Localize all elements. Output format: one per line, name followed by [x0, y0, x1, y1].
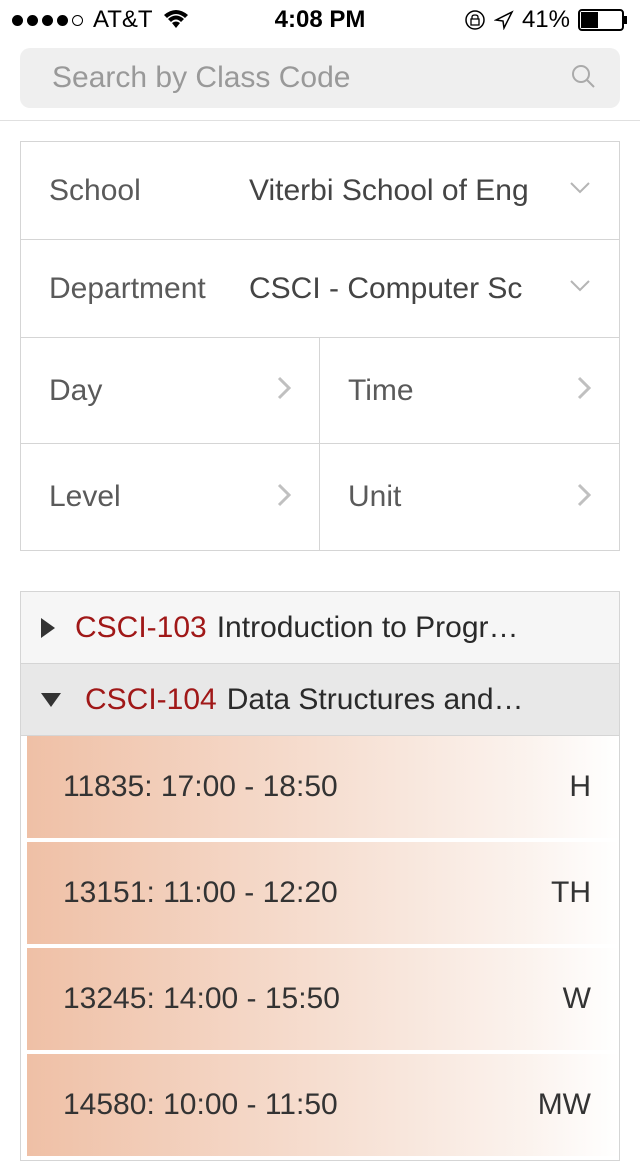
search-placeholder: Search by Class Code: [52, 61, 350, 95]
carrier-label: AT&T: [93, 6, 153, 34]
chevron-right-icon: [277, 376, 291, 405]
section-row[interactable]: 14580: 10:00 - 11:50 MW: [27, 1054, 619, 1160]
course-code: CSCI-104: [85, 683, 217, 717]
time-label: Time: [348, 374, 414, 408]
section-time: 13245: 14:00 - 15:50: [63, 982, 340, 1016]
course-list: CSCI-103 Introduction to Progr… CSCI-104…: [20, 591, 620, 1161]
location-icon: [494, 10, 514, 30]
battery-percent: 41%: [522, 6, 570, 34]
section-day: H: [569, 770, 591, 804]
status-left: AT&T: [12, 6, 189, 34]
level-filter[interactable]: Level: [21, 444, 320, 550]
course-row-csci-103[interactable]: CSCI-103 Introduction to Progr…: [21, 592, 619, 664]
day-filter[interactable]: Day: [21, 338, 320, 444]
divider: [0, 120, 640, 121]
unit-label: Unit: [348, 480, 401, 514]
school-select[interactable]: School Viterbi School of Eng: [21, 142, 619, 240]
school-label: School: [49, 174, 249, 208]
chevron-right-icon: [277, 483, 291, 512]
triangle-right-icon: [41, 618, 55, 638]
section-day: W: [563, 982, 591, 1016]
chevron-right-icon: [577, 376, 591, 405]
section-row[interactable]: 13151: 11:00 - 12:20 TH: [27, 842, 619, 948]
search-icon: [570, 63, 596, 94]
day-label: Day: [49, 374, 102, 408]
triangle-down-icon: [41, 693, 61, 707]
orientation-lock-icon: [464, 9, 486, 31]
course-title: Introduction to Progr…: [217, 611, 519, 645]
section-row[interactable]: 11835: 17:00 - 18:50 H: [27, 736, 619, 842]
unit-filter[interactable]: Unit: [320, 444, 619, 550]
section-row[interactable]: 13245: 14:00 - 15:50 W: [27, 948, 619, 1054]
course-row-csci-104[interactable]: CSCI-104 Data Structures and…: [21, 664, 619, 736]
section-day: MW: [538, 1088, 591, 1122]
filters-panel: School Viterbi School of Eng Department …: [20, 141, 620, 551]
section-time: 11835: 17:00 - 18:50: [63, 770, 338, 804]
department-label: Department: [49, 272, 249, 306]
section-day: TH: [551, 876, 591, 910]
time-filter[interactable]: Time: [320, 338, 619, 444]
wifi-icon: [163, 10, 189, 30]
course-title: Data Structures and…: [227, 683, 524, 717]
section-time: 14580: 10:00 - 11:50: [63, 1088, 338, 1122]
department-select[interactable]: Department CSCI - Computer Sc: [21, 240, 619, 338]
course-code: CSCI-103: [75, 611, 207, 645]
school-value: Viterbi School of Eng: [249, 174, 557, 208]
department-value: CSCI - Computer Sc: [249, 272, 557, 306]
clock: 4:08 PM: [275, 6, 366, 34]
chevron-down-icon: [569, 181, 591, 200]
chevron-right-icon: [577, 483, 591, 512]
search-input[interactable]: Search by Class Code: [20, 48, 620, 108]
chevron-down-icon: [569, 279, 591, 298]
level-label: Level: [49, 480, 121, 514]
battery-icon: [578, 9, 628, 31]
status-right: 41%: [464, 6, 628, 34]
section-time: 13151: 11:00 - 12:20: [63, 876, 338, 910]
signal-strength-icon: [12, 15, 83, 26]
status-bar: AT&T 4:08 PM 41%: [0, 0, 640, 40]
